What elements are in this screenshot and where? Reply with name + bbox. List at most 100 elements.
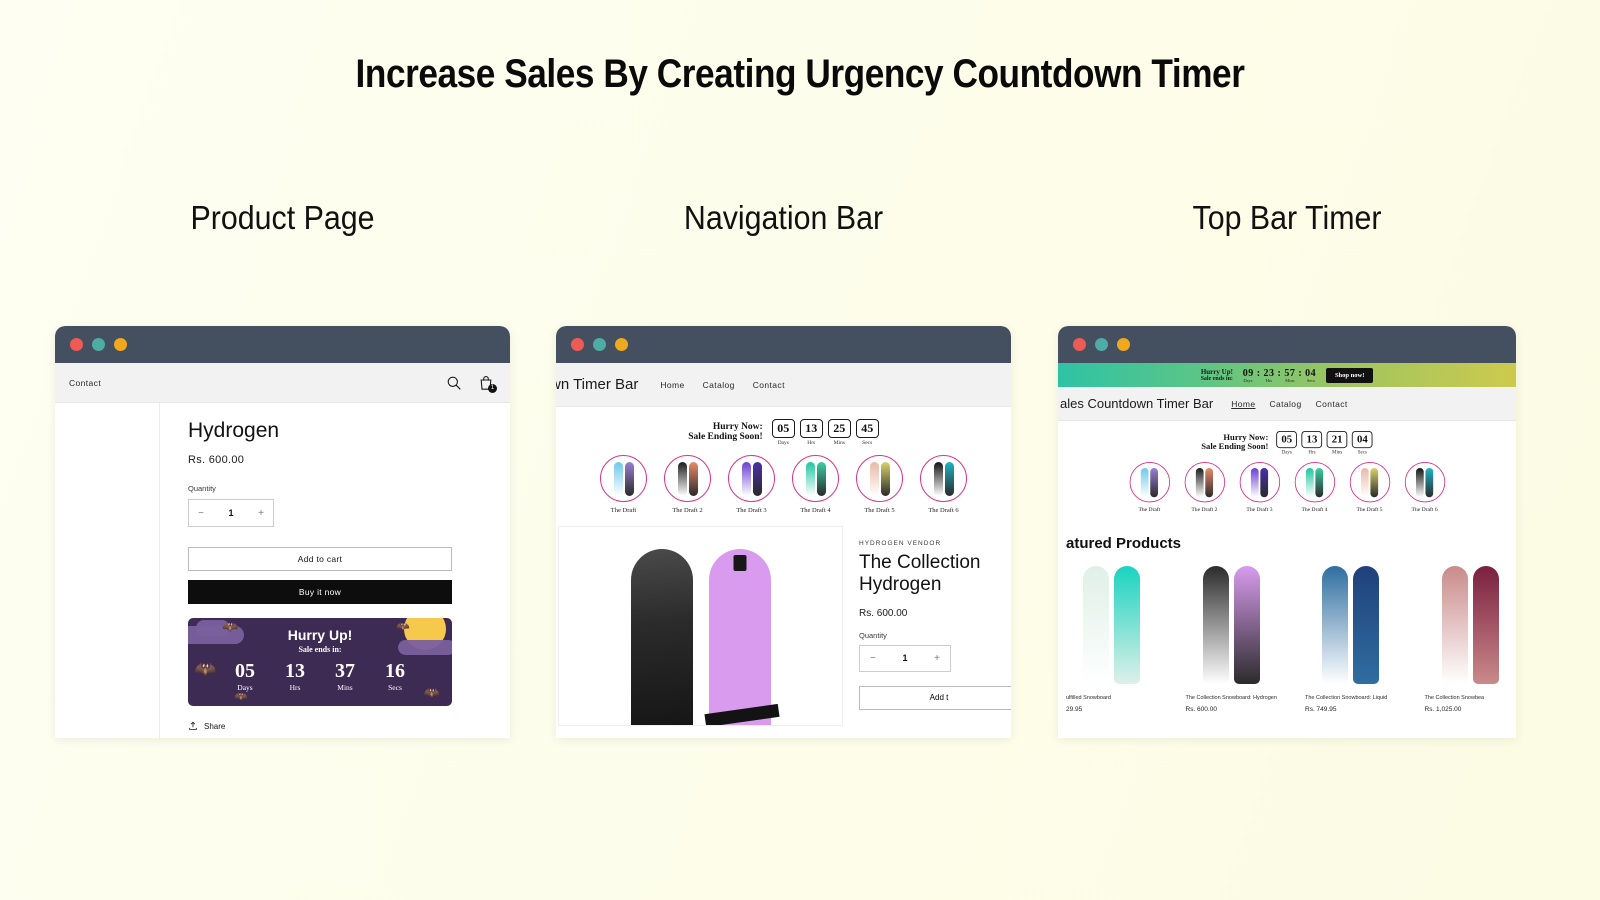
collection-thumb[interactable] (728, 455, 775, 502)
shop-now-button[interactable]: Shop now! (1325, 367, 1374, 383)
nav-link-contact[interactable]: Contact (1316, 399, 1348, 409)
nav-link-contact[interactable]: Contact (69, 378, 101, 388)
collection-item[interactable]: The Draft 4 (791, 455, 841, 514)
snowboard-image-a (1202, 566, 1229, 684)
featured-product-card[interactable]: ulfilled Snowboard 29.95 (1066, 566, 1158, 713)
collection-item[interactable]: The Draft (1128, 462, 1171, 513)
collection-thumb[interactable] (856, 455, 903, 502)
timer-hours-label: Hrs (807, 440, 816, 446)
window-minimize-dot[interactable] (593, 338, 606, 351)
product-title-line1: The Collection (859, 552, 981, 573)
collection-item[interactable]: The Draft 6 (1403, 462, 1446, 513)
window-close-dot[interactable] (70, 338, 83, 351)
collection-item[interactable]: The Draft (599, 455, 649, 514)
collection-thumb[interactable] (1239, 462, 1280, 503)
collection-item[interactable]: The Draft 2 (1183, 462, 1226, 513)
featured-product-card[interactable]: The Collection Snowbea Rs. 1,025.00 (1425, 566, 1517, 713)
window-titlebar (55, 326, 510, 363)
window-maximize-dot[interactable] (114, 338, 127, 351)
topbar-line2: Sale ends in: (1200, 376, 1233, 382)
collection-thumb[interactable] (600, 455, 647, 502)
quantity-stepper[interactable]: − 1 + (188, 499, 274, 527)
product-gallery-column (55, 403, 160, 738)
quantity-increment-button[interactable]: + (934, 653, 940, 664)
timer-unit-hours: 13 Hrs (799, 419, 823, 446)
collection-thumb[interactable] (1184, 462, 1225, 503)
search-icon[interactable] (446, 375, 462, 391)
snowboard-thumb-b (688, 461, 698, 496)
collection-label: The Draft 2 (1191, 506, 1218, 513)
page-title: Increase Sales By Creating Urgency Count… (355, 52, 1245, 96)
snowboard-image-dark (630, 549, 693, 725)
collection-item[interactable]: The Draft 6 (919, 455, 969, 514)
window-close-dot[interactable] (1073, 338, 1086, 351)
collection-item[interactable]: The Draft 4 (1293, 462, 1336, 513)
collection-thumb[interactable] (1294, 462, 1335, 503)
nav-link-catalog[interactable]: Catalog (703, 380, 735, 390)
nav-link-home[interactable]: Home (1231, 399, 1255, 409)
product-details-column: Hydrogen Rs. 600.00 Quantity − 1 + Add t… (160, 403, 510, 738)
snowboard-thumb-a (1360, 467, 1369, 497)
collection-thumb[interactable] (920, 455, 967, 502)
window-maximize-dot[interactable] (1117, 338, 1130, 351)
timer-subheading: Sale ends in: (298, 645, 342, 654)
quantity-decrement-button[interactable]: − (198, 508, 204, 519)
collection-thumb[interactable] (792, 455, 839, 502)
collection-item[interactable]: The Draft 2 (663, 455, 713, 514)
collection-thumb[interactable] (664, 455, 711, 502)
window-maximize-dot[interactable] (615, 338, 628, 351)
timer-days-value: 05 (235, 660, 255, 682)
store-name: ales Countdown Timer Bar (1060, 396, 1214, 411)
store-header: wn Timer Bar Home Catalog Contact (556, 363, 1011, 407)
collection-thumb[interactable] (1404, 462, 1445, 503)
collection-item[interactable]: The Draft 5 (855, 455, 905, 514)
timer-days-value: 05 (1276, 431, 1298, 449)
snowboard-image-b (1233, 566, 1260, 684)
add-to-cart-button[interactable]: Add t (859, 685, 1011, 710)
collection-label: The Draft (1138, 506, 1161, 513)
collection-label: The Draft 3 (736, 507, 767, 514)
timer-unit-minutes: 37 Mins (330, 661, 360, 693)
quantity-value[interactable]: 1 (228, 508, 233, 518)
window-minimize-dot[interactable] (92, 338, 105, 351)
window-titlebar (556, 326, 1011, 363)
collection-label: The Draft 3 (1246, 506, 1273, 513)
window-close-dot[interactable] (571, 338, 584, 351)
bat-icon-3: 🦇 (234, 691, 248, 703)
featured-product-card[interactable]: The Collection Snowboard: Liquid Rs. 749.… (1305, 566, 1397, 713)
quantity-increment-button[interactable]: + (258, 508, 264, 519)
section-label-product-page: Product Page (190, 199, 375, 236)
window-minimize-dot[interactable] (1095, 338, 1108, 351)
browser-window-product-page: Contact 1 Hydrogen Rs. 600.00 Quantity −… (55, 326, 510, 738)
navigation-countdown-timer: Hurry Now: Sale Ending Soon! 05 Days 13 … (1081, 431, 1493, 455)
quantity-decrement-button[interactable]: − (870, 653, 876, 664)
quantity-value[interactable]: 1 (902, 653, 907, 663)
collection-thumb[interactable] (1349, 462, 1390, 503)
snowboard-thumb-b (1315, 467, 1324, 497)
timer-minutes-label: Mins (833, 440, 845, 446)
snowboard-thumb-a (869, 461, 879, 496)
featured-product-card[interactable]: The Collection Snowboard: Hydrogen Rs. 60… (1186, 566, 1278, 713)
collection-thumb[interactable] (1129, 462, 1170, 503)
timer-text: Hurry Now: Sale Ending Soon! (688, 419, 762, 442)
quantity-stepper[interactable]: − 1 + (859, 644, 951, 672)
buy-it-now-button[interactable]: Buy it now (188, 580, 452, 604)
timer-hours-value: 13 (799, 419, 823, 438)
nav-link-home[interactable]: Home (660, 380, 684, 390)
shopping-bag-icon[interactable]: 1 (478, 375, 497, 393)
collection-item[interactable]: The Draft 3 (727, 455, 777, 514)
add-to-cart-button[interactable]: Add to cart (188, 547, 452, 571)
nav-link-catalog[interactable]: Catalog (1269, 399, 1301, 409)
timer-minutes-value: 25 (827, 419, 851, 438)
collection-item[interactable]: The Draft 3 (1238, 462, 1281, 513)
share-button[interactable]: Share (188, 721, 488, 731)
timer-seconds-label: Secs (388, 683, 402, 692)
nav-link-contact[interactable]: Contact (753, 380, 785, 390)
featured-product-images (1066, 566, 1158, 686)
collection-item[interactable]: The Draft 5 (1348, 462, 1391, 513)
navigation-countdown-timer: Hurry Now: Sale Ending Soon! 05 Days 13 … (556, 419, 1011, 446)
share-upload-icon (189, 721, 197, 730)
timer-line1: Hurry Now: (1223, 433, 1269, 443)
snowboard-thumb-b (752, 461, 762, 496)
snowboard-thumb-b (1150, 467, 1158, 497)
